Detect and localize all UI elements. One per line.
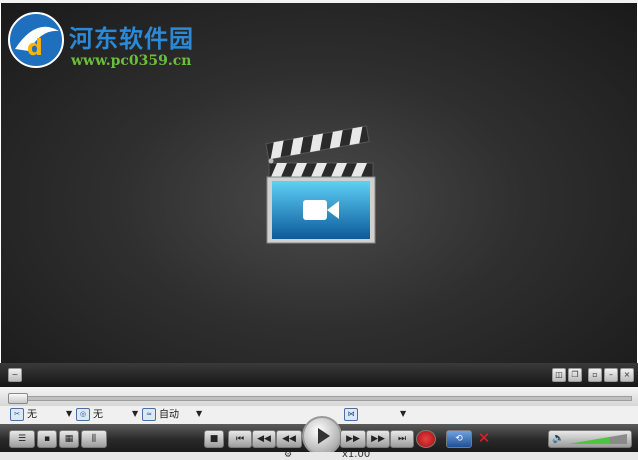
step-forward-icon[interactable]: ▶▶ <box>366 430 390 448</box>
volume-control[interactable]: 🔈 <box>548 430 632 448</box>
stop-icon[interactable]: ■ <box>204 430 224 448</box>
close-icon[interactable]: × <box>620 368 634 382</box>
target-icon: ◎ <box>76 408 90 421</box>
subtitle-select[interactable]: ✂ 无 <box>10 408 37 422</box>
chevron-down-icon[interactable]: ▼ <box>66 409 72 418</box>
svg-text:d: d <box>27 36 43 61</box>
rewind-icon[interactable]: ◀◀ <box>276 430 302 448</box>
chevron-down-icon[interactable]: ▼ <box>400 409 406 418</box>
grid-icon[interactable]: ▦ <box>59 430 79 448</box>
loop-icon[interactable]: ⟲ <box>446 430 472 448</box>
ratio-select[interactable]: ≈ 自动 <box>142 408 179 422</box>
forward-icon[interactable]: ▶▶ <box>340 430 366 448</box>
speed-label: x1.00 <box>342 452 371 460</box>
previous-icon[interactable]: ⏮ <box>228 430 252 448</box>
watermark-url: www.pc0359.cn <box>71 53 192 69</box>
record-icon[interactable] <box>416 430 436 448</box>
top-toolbar: ~ ◫ ❐ ▫ – × <box>0 363 638 387</box>
video-area[interactable]: d 河东软件园 www.pc0359.cn <box>1 3 637 363</box>
status-strip: ⚙ x1.00 <box>0 452 638 460</box>
eq-icon[interactable]: ⫼ <box>81 430 107 448</box>
playlist-icon[interactable]: ☰ <box>9 430 35 448</box>
minimize-icon[interactable]: – <box>604 368 618 382</box>
restore-icon[interactable]: ❐ <box>568 368 582 382</box>
waveform-icon[interactable]: ~ <box>8 368 22 382</box>
play-icon <box>318 428 330 444</box>
audio-value: 无 <box>93 409 103 421</box>
step-back-icon[interactable]: ◀◀ <box>252 430 276 448</box>
scissors-icon: ✂ <box>10 408 24 421</box>
snapshot-icon[interactable]: ◫ <box>552 368 566 382</box>
seek-thumb[interactable] <box>8 393 28 404</box>
clapperboard-icon <box>265 125 376 244</box>
remove-icon[interactable]: ✕ <box>476 430 492 446</box>
speed-icon: ⚙ <box>284 452 293 460</box>
minimode-icon[interactable]: ▫ <box>588 368 602 382</box>
subtitle-value: 无 <box>27 409 37 421</box>
chevron-down-icon[interactable]: ▼ <box>196 409 202 418</box>
eq-select[interactable]: ⋈ <box>344 408 361 422</box>
speaker-icon: 🔈 <box>552 433 565 444</box>
wave-icon: ≈ <box>142 408 156 421</box>
audio-select[interactable]: ◎ 无 <box>76 408 103 422</box>
play-button[interactable] <box>302 416 342 456</box>
bowtie-icon: ⋈ <box>344 408 358 421</box>
seek-bar[interactable] <box>0 387 638 407</box>
chevron-down-icon[interactable]: ▼ <box>132 409 138 418</box>
ratio-value: 自动 <box>159 409 179 421</box>
next-icon[interactable]: ⏭ <box>390 430 414 448</box>
watermark-logo-icon: d <box>8 12 64 68</box>
watermark-title: 河东软件园 <box>69 24 194 53</box>
watermark: d 河东软件园 www.pc0359.cn <box>7 11 267 73</box>
seek-track[interactable] <box>8 396 632 401</box>
single-icon[interactable]: ▪ <box>37 430 57 448</box>
volume-slider[interactable] <box>569 433 627 445</box>
control-bar: ☰ ▪ ▦ ⫼ ■ ⏮ ◀◀ ◀◀ ▶▶ ▶▶ ⏭ ⟲ ✕ 🔈 <box>0 416 638 456</box>
